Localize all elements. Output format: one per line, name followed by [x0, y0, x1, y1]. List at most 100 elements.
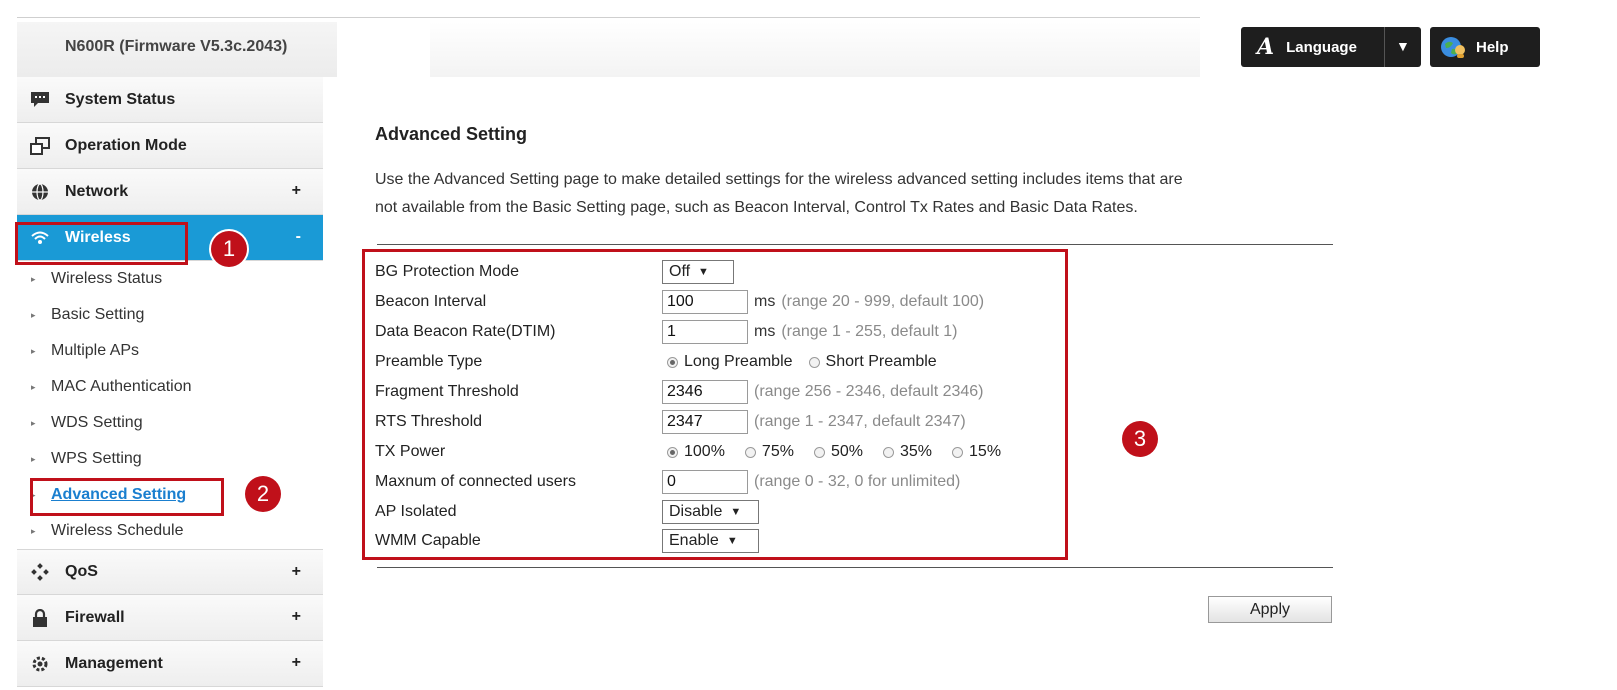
- expand-plus-icon[interactable]: +: [292, 563, 301, 581]
- gear-icon: [29, 653, 51, 675]
- highlight-wireless: [15, 222, 188, 265]
- preamble-short-radio[interactable]: Short Preamble: [808, 353, 937, 371]
- submenu-wds-setting[interactable]: ▸ WDS Setting: [17, 405, 323, 441]
- fragment-input[interactable]: [662, 380, 748, 404]
- page-description: Use the Advanced Setting page to make de…: [375, 166, 1335, 222]
- radio-empty-icon: [744, 446, 756, 458]
- submenu-wireless-schedule[interactable]: ▸ Wireless Schedule: [17, 513, 323, 549]
- radio-empty-icon: [882, 446, 894, 458]
- help-button[interactable]: Help: [1430, 27, 1540, 67]
- bottom-rule: [377, 567, 1333, 568]
- language-separator: [1384, 27, 1385, 67]
- tx-power-75-radio[interactable]: 75%: [744, 443, 794, 461]
- ap-isolated-label: AP Isolated: [375, 503, 457, 520]
- beacon-interval-hint: (range 20 - 999, default 100): [781, 293, 985, 310]
- bullet-icon: ▸: [31, 273, 36, 284]
- submenu-wps-setting[interactable]: ▸ WPS Setting: [17, 441, 323, 477]
- top-divider: [17, 17, 1200, 18]
- tx-power-35-radio[interactable]: 35%: [882, 443, 932, 461]
- sidebar-item-system-status[interactable]: System Status: [17, 77, 323, 123]
- beacon-interval-input[interactable]: [662, 290, 748, 314]
- annotation-badge-1: 1: [211, 231, 247, 267]
- beacon-interval-unit: ms: [754, 293, 776, 310]
- chevron-down-icon: ▼: [698, 266, 709, 278]
- radio-selected-icon: [667, 356, 678, 368]
- language-a-icon: A: [1257, 34, 1275, 60]
- sidebar-item-operation-mode[interactable]: Operation Mode: [17, 123, 323, 169]
- fragment-label: Fragment Threshold: [375, 383, 519, 400]
- radio-empty-icon: [952, 446, 964, 458]
- wmm-label: WMM Capable: [375, 532, 481, 549]
- rts-input[interactable]: [662, 410, 748, 434]
- beacon-interval-label: Beacon Interval: [375, 293, 487, 310]
- tx-power-label: TX Power: [375, 443, 446, 460]
- sidebar-item-label: Network: [65, 182, 129, 200]
- bullet-icon: ▸: [31, 381, 36, 392]
- help-label: Help: [1476, 38, 1509, 56]
- expand-plus-icon[interactable]: +: [292, 608, 301, 626]
- sidebar-item-label: Operation Mode: [65, 136, 187, 154]
- firmware-title: N600R (Firmware V5.3c.2043): [17, 22, 337, 77]
- tx-power-100-radio[interactable]: 100%: [667, 443, 725, 461]
- bullet-icon: ▸: [31, 453, 36, 464]
- preamble-label: Preamble Type: [375, 353, 483, 370]
- bullet-icon: ▸: [31, 309, 36, 320]
- header-bar: [430, 22, 1200, 77]
- max-users-hint: (range 0 - 32, 0 for unlimited): [754, 473, 961, 490]
- annotation-badge-2: 2: [245, 476, 281, 512]
- tx-power-50-radio[interactable]: 50%: [813, 443, 863, 461]
- expand-plus-icon[interactable]: +: [292, 654, 301, 672]
- bullet-icon: ▸: [31, 525, 36, 536]
- preamble-long-radio[interactable]: Long Preamble: [667, 353, 793, 371]
- sidebar-item-firewall[interactable]: Firewall +: [17, 595, 323, 641]
- submenu-multiple-aps[interactable]: ▸ Multiple APs: [17, 333, 323, 369]
- submenu-basic-setting[interactable]: ▸ Basic Setting: [17, 297, 323, 333]
- sidebar-item-label: System Status: [65, 90, 176, 108]
- dtim-label: Data Beacon Rate(DTIM): [375, 323, 556, 340]
- expand-plus-icon[interactable]: +: [292, 182, 301, 200]
- chevron-down-icon: ▼: [730, 506, 742, 518]
- submenu-wireless-status[interactable]: ▸ Wireless Status: [17, 261, 323, 297]
- windows-icon: [29, 135, 51, 157]
- description-line-2: not available from the Basic Setting pag…: [375, 199, 1138, 216]
- bg-protection-label: BG Protection Mode: [375, 263, 520, 280]
- tx-power-15-radio[interactable]: 15%: [952, 443, 1001, 461]
- sidebar-item-label: Firewall: [65, 608, 125, 626]
- collapse-minus-icon[interactable]: -: [296, 228, 301, 246]
- bg-protection-select[interactable]: Off ▼: [662, 260, 734, 284]
- dtim-input[interactable]: [662, 320, 748, 344]
- top-rule: [377, 244, 1333, 245]
- sidebar: System Status Operation Mode Network + W…: [17, 77, 323, 687]
- sidebar-item-label: Management: [65, 654, 163, 672]
- dtim-unit: ms: [754, 323, 776, 340]
- wmm-select[interactable]: Enable ▼: [662, 529, 759, 553]
- sidebar-item-network[interactable]: Network +: [17, 169, 323, 215]
- ap-isolated-select[interactable]: Disable ▼: [662, 500, 759, 524]
- sidebar-item-management[interactable]: Management +: [17, 641, 323, 687]
- rts-label: RTS Threshold: [375, 413, 483, 430]
- fragment-hint: (range 256 - 2346, default 2346): [754, 383, 984, 400]
- globe-icon: [29, 181, 51, 203]
- max-users-input[interactable]: [662, 470, 748, 494]
- qos-icon: [29, 561, 51, 583]
- rts-hint: (range 1 - 2347, default 2347): [754, 413, 966, 430]
- radio-empty-icon: [808, 356, 820, 368]
- language-button[interactable]: A Language ▼: [1241, 27, 1421, 67]
- radio-selected-icon: [667, 446, 678, 458]
- dtim-hint: (range 1 - 255, default 1): [781, 323, 958, 340]
- submenu-mac-authentication[interactable]: ▸ MAC Authentication: [17, 369, 323, 405]
- language-label: Language: [1286, 38, 1357, 56]
- bullet-icon: ▸: [31, 417, 36, 428]
- sidebar-item-label: QoS: [65, 563, 98, 580]
- apply-button[interactable]: Apply: [1208, 596, 1332, 623]
- bullet-icon: ▸: [31, 345, 36, 356]
- highlight-advanced-setting: [30, 478, 224, 516]
- description-line-1: Use the Advanced Setting page to make de…: [375, 171, 1183, 188]
- help-globe-icon: [1441, 37, 1465, 58]
- page-title: Advanced Setting: [375, 124, 528, 144]
- radio-empty-icon: [813, 446, 825, 458]
- annotation-badge-3: 3: [1122, 421, 1158, 457]
- sidebar-item-qos[interactable]: QoS +: [17, 549, 323, 595]
- chevron-down-icon[interactable]: ▼: [1396, 38, 1410, 54]
- max-users-label: Maxnum of connected users: [375, 473, 576, 490]
